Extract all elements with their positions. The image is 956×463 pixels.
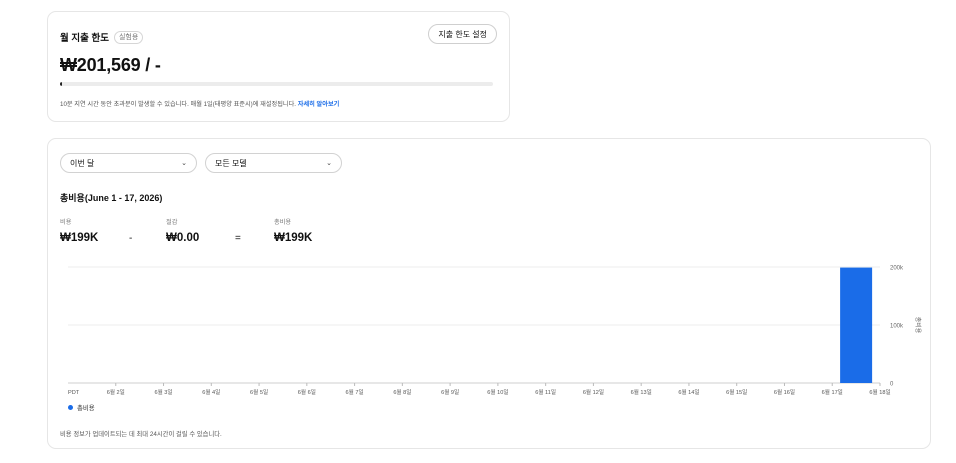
x-tick-label: 6월 2일 xyxy=(107,388,125,396)
y-tick-label: 0 xyxy=(890,382,894,388)
experimental-badge: 실험용 xyxy=(113,30,144,44)
set-spend-limit-button[interactable]: 지출 한도 설정 xyxy=(428,24,497,44)
x-tick-label: 6월 14일 xyxy=(678,388,699,396)
x-tick-label: 6월 9일 xyxy=(441,388,459,396)
spend-limit-card: 월 지출 한도 실험용 지출 한도 설정 ₩201,569 / - 10분 지연… xyxy=(47,11,510,122)
x-tick-label: PDT xyxy=(68,390,80,396)
x-tick-label: 6월 15일 xyxy=(726,388,747,396)
x-tick-label: 6월 12일 xyxy=(583,388,604,396)
x-tick-label: 6월 3일 xyxy=(154,388,172,396)
y-tick-label: 200k xyxy=(890,266,904,272)
spend-limit-title: 월 지출 한도 xyxy=(60,33,109,44)
spend-progress-bar xyxy=(60,82,493,86)
legend-swatch xyxy=(68,405,73,410)
legend-label: 총비용 xyxy=(77,405,95,412)
y-axis-label: 총비용 xyxy=(914,317,922,334)
learn-more-link[interactable]: 자세히 알아보기 xyxy=(298,101,340,108)
x-tick-label: 6월 13일 xyxy=(631,388,652,396)
x-tick-label: 6월 4일 xyxy=(202,388,220,396)
x-tick-label: 6월 11일 xyxy=(535,388,556,396)
y-tick-label: 100k xyxy=(890,324,904,330)
x-tick-label: 6월 17일 xyxy=(822,388,843,396)
bar xyxy=(840,267,873,383)
x-tick-label: 6월 6일 xyxy=(298,388,316,396)
chart-legend: 총비용 xyxy=(68,403,95,412)
x-tick-label: 6월 8일 xyxy=(393,388,411,396)
x-tick-label: 6월 5일 xyxy=(250,388,268,396)
spend-progress-fill xyxy=(60,82,63,86)
spend-limit-header: 월 지출 한도 실험용 xyxy=(60,30,144,44)
spend-limit-note-text: 10분 지연 시간 동안 초과분이 발생할 수 있습니다. 매월 1일(태평양 … xyxy=(60,101,297,108)
x-tick-label: 6월 10일 xyxy=(487,388,508,396)
update-delay-note: 비용 정보가 업데이트되는 데 최대 24시간이 걸릴 수 있습니다. xyxy=(60,431,222,438)
usage-card: 이번 달 ⌄ 모든 모델 ⌄ 총비용(June 1 - 17, 2026) 비용… xyxy=(47,138,931,449)
usage-bar-chart: 0 100k 200k 총비용 PDT 6월 2일 6월 3일 6월 4일 6월 5일 6월 6일… xyxy=(68,266,922,396)
x-tick-label: 6월 16일 xyxy=(774,388,795,396)
x-tick-label: 6월 7일 xyxy=(346,388,364,396)
spend-limit-note: 10분 지연 시간 동안 초과분이 발생할 수 있습니다. 매월 1일(태평양 … xyxy=(60,99,339,108)
x-tick-label: 6월 18일 xyxy=(869,388,890,396)
spend-limit-amount: ₩201,569 / - xyxy=(60,55,161,75)
